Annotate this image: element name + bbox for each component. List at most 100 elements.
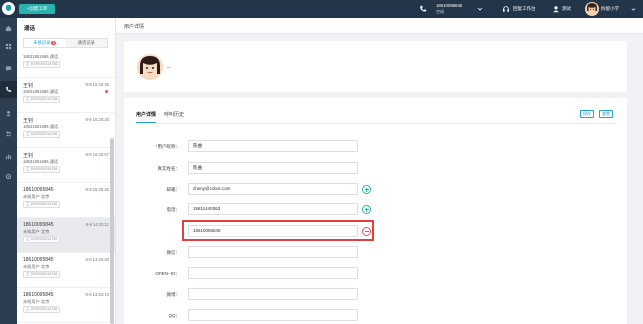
phone-icon[interactable] bbox=[419, 5, 427, 13]
qq-input[interactable] bbox=[188, 309, 358, 321]
tab-missed-calls[interactable]: 未接记录 2 bbox=[24, 39, 66, 47]
list-item[interactable]: 18631881686 通话 工 DSRSEE014756 bbox=[17, 50, 115, 78]
nav-chat-icon[interactable] bbox=[0, 60, 17, 77]
nav-phone-icon[interactable] bbox=[0, 81, 17, 98]
nav-users-icon[interactable] bbox=[0, 125, 17, 142]
save-button[interactable]: 保存 bbox=[580, 110, 594, 118]
field-label: 微博： bbox=[166, 292, 181, 297]
field-nickname: *用户昵称： 陈曲 bbox=[124, 140, 627, 153]
list-item[interactable]: 王钊 8-8 15:20:45 18631881686 通话 工 DSRSEE0… bbox=[17, 78, 115, 113]
item-tag: 工 DSRSEE014756 bbox=[23, 201, 61, 208]
item-name: 王钊 bbox=[23, 83, 34, 89]
item-tag: 工 DSRSEE014756 bbox=[23, 131, 61, 138]
tab-label: 未接记录 bbox=[33, 40, 51, 45]
create-ticket-button[interactable]: +创建工单 bbox=[19, 4, 55, 14]
item-time: 8-8 15:26:25 bbox=[85, 187, 109, 192]
list-item[interactable]: 王钊 8-8 15:20:57 18631881686 通话 工 DSRSEE0… bbox=[17, 148, 115, 183]
chat-icon bbox=[5, 66, 12, 72]
field-real-name: 真实姓名： 陈曲 bbox=[124, 162, 627, 175]
chart-icon bbox=[5, 154, 12, 160]
item-tag: 工 DSRSEE014756 bbox=[23, 236, 61, 243]
nav-grid-icon[interactable] bbox=[0, 38, 17, 55]
home-icon bbox=[5, 25, 12, 32]
highlight-box bbox=[182, 220, 374, 241]
item-subtitle: 18631881686 通话 bbox=[23, 54, 59, 59]
tab-call-history[interactable]: 呼叫历史 bbox=[164, 111, 184, 118]
field-label: 邮箱： bbox=[166, 187, 181, 192]
field-label: 微信： bbox=[166, 250, 181, 255]
email-input[interactable]: zheny@zobot.com bbox=[188, 183, 358, 195]
avatar-icon bbox=[137, 54, 163, 80]
gear-icon bbox=[5, 173, 12, 180]
item-subtitle: 未知用户 北京 bbox=[23, 299, 50, 304]
real-name-input[interactable]: 陈曲 bbox=[188, 162, 358, 174]
nav-chart-icon[interactable] bbox=[0, 148, 17, 165]
tab-divider bbox=[136, 123, 615, 124]
tab-call-records[interactable]: 通话记录 bbox=[65, 39, 107, 47]
grid-icon bbox=[5, 43, 12, 50]
top-bar: +创建工单 18610095845 空闲 回复工作台 测试 拘留小学 bbox=[0, 0, 643, 18]
item-name: 18610095845 bbox=[23, 222, 54, 228]
field-label: *用户昵称： bbox=[155, 144, 180, 149]
nav-user-icon[interactable] bbox=[0, 105, 17, 122]
panel-title: 通话 bbox=[24, 26, 36, 32]
field-label: OPEN--ID： bbox=[155, 271, 180, 276]
item-tag: 工 DSRSEE014756 bbox=[23, 271, 61, 278]
list-item[interactable]: 王钊 8-8 15:20:20 18631881686 通话 工 DSRSEE0… bbox=[17, 113, 115, 148]
tab-user-details[interactable]: 用户详情 bbox=[136, 111, 156, 118]
list-item[interactable]: 18610095845 8-8 13:54:13 未知用户 北京 工 DSRSE… bbox=[17, 288, 115, 323]
phone-input[interactable]: 15811440063 bbox=[188, 203, 358, 215]
call-list-panel: 通话 未接记录 2 通话记录 18631881686 通话 工 DSRSEE014… bbox=[17, 18, 116, 324]
headset-icon[interactable] bbox=[502, 5, 510, 13]
item-name: 王钊 bbox=[23, 118, 34, 124]
wechat-input[interactable] bbox=[188, 246, 358, 258]
agent-phone-status: 空闲 bbox=[436, 9, 444, 14]
item-subtitle: 未知用户 北京 bbox=[23, 264, 50, 269]
add-email-icon[interactable] bbox=[362, 185, 371, 194]
unread-dot bbox=[105, 90, 108, 93]
user-icon[interactable] bbox=[552, 5, 560, 13]
nickname-input[interactable]: 陈曲 bbox=[188, 140, 358, 152]
item-time: 8-8 14:20:50 bbox=[85, 257, 109, 262]
item-time: 8-8 15:20:20 bbox=[85, 117, 109, 122]
item-name: 18610095845 bbox=[23, 187, 54, 193]
chevron-down-icon[interactable] bbox=[477, 6, 483, 12]
app-logo-icon[interactable] bbox=[2, 2, 15, 15]
nav-gear-icon[interactable] bbox=[0, 168, 17, 185]
avatar-icon bbox=[585, 2, 599, 16]
workspace-link[interactable]: 回复工作台 bbox=[513, 6, 536, 12]
item-name: 王钊 bbox=[23, 153, 34, 159]
tab-label: 通话记录 bbox=[77, 40, 95, 45]
item-subtitle: 未知用户 北京 bbox=[23, 229, 50, 234]
list-item[interactable]: 18610095845 8-8 15:26:25 未知用户 北京 工 DSRSE… bbox=[17, 183, 115, 218]
item-time: 8-8 14:20:11 bbox=[85, 222, 109, 227]
nav-home-icon[interactable] bbox=[0, 20, 17, 37]
call-tabs: 未接记录 2 通话记录 bbox=[23, 38, 108, 48]
list-scrollbar[interactable] bbox=[110, 138, 114, 324]
phone-icon bbox=[6, 86, 12, 92]
item-tag: 工 DSRSEE014756 bbox=[23, 96, 61, 103]
user-avatar[interactable] bbox=[585, 2, 599, 16]
weibo-input[interactable] bbox=[188, 288, 358, 300]
call-list: 18631881686 通话 工 DSRSEE014756 王钊 8-8 15:… bbox=[17, 50, 115, 323]
user-icon bbox=[6, 111, 11, 117]
customer-name-placeholder: -- bbox=[167, 65, 171, 71]
agent-phone-number: 18610095845 bbox=[436, 3, 463, 8]
users-icon bbox=[5, 131, 12, 137]
list-item-selected[interactable]: 18610095845 8-8 14:20:11 未知用户 北京 工 DSRSE… bbox=[17, 218, 115, 253]
user-name-label[interactable]: 拘留小学 bbox=[601, 6, 619, 12]
test-link[interactable]: 测试 bbox=[562, 6, 571, 12]
list-item[interactable]: 18610095845 8-8 14:20:50 未知用户 北京 工 DSRSE… bbox=[17, 253, 115, 288]
detail-card: 用户详情 呼叫历史 保存 重置 *用户昵称： 陈曲 真实姓名： 陈曲 邮箱： z… bbox=[124, 98, 627, 324]
page-header: 用户详情 bbox=[116, 18, 643, 34]
item-subtitle: 18631881686 通话 bbox=[23, 124, 59, 129]
item-tag: 工 DSRSEE014756 bbox=[23, 306, 61, 313]
item-name: 18610095845 bbox=[23, 292, 54, 298]
reset-button[interactable]: 重置 bbox=[599, 110, 613, 118]
open-id-input[interactable] bbox=[188, 267, 358, 279]
chevron-down-icon[interactable] bbox=[631, 7, 636, 12]
field-phone: 电话： 15811440063 bbox=[124, 203, 627, 216]
item-subtitle: 未知用户 北京 bbox=[23, 194, 50, 199]
item-time: 8-8 15:20:45 bbox=[85, 82, 109, 87]
add-phone-icon[interactable] bbox=[362, 205, 371, 214]
